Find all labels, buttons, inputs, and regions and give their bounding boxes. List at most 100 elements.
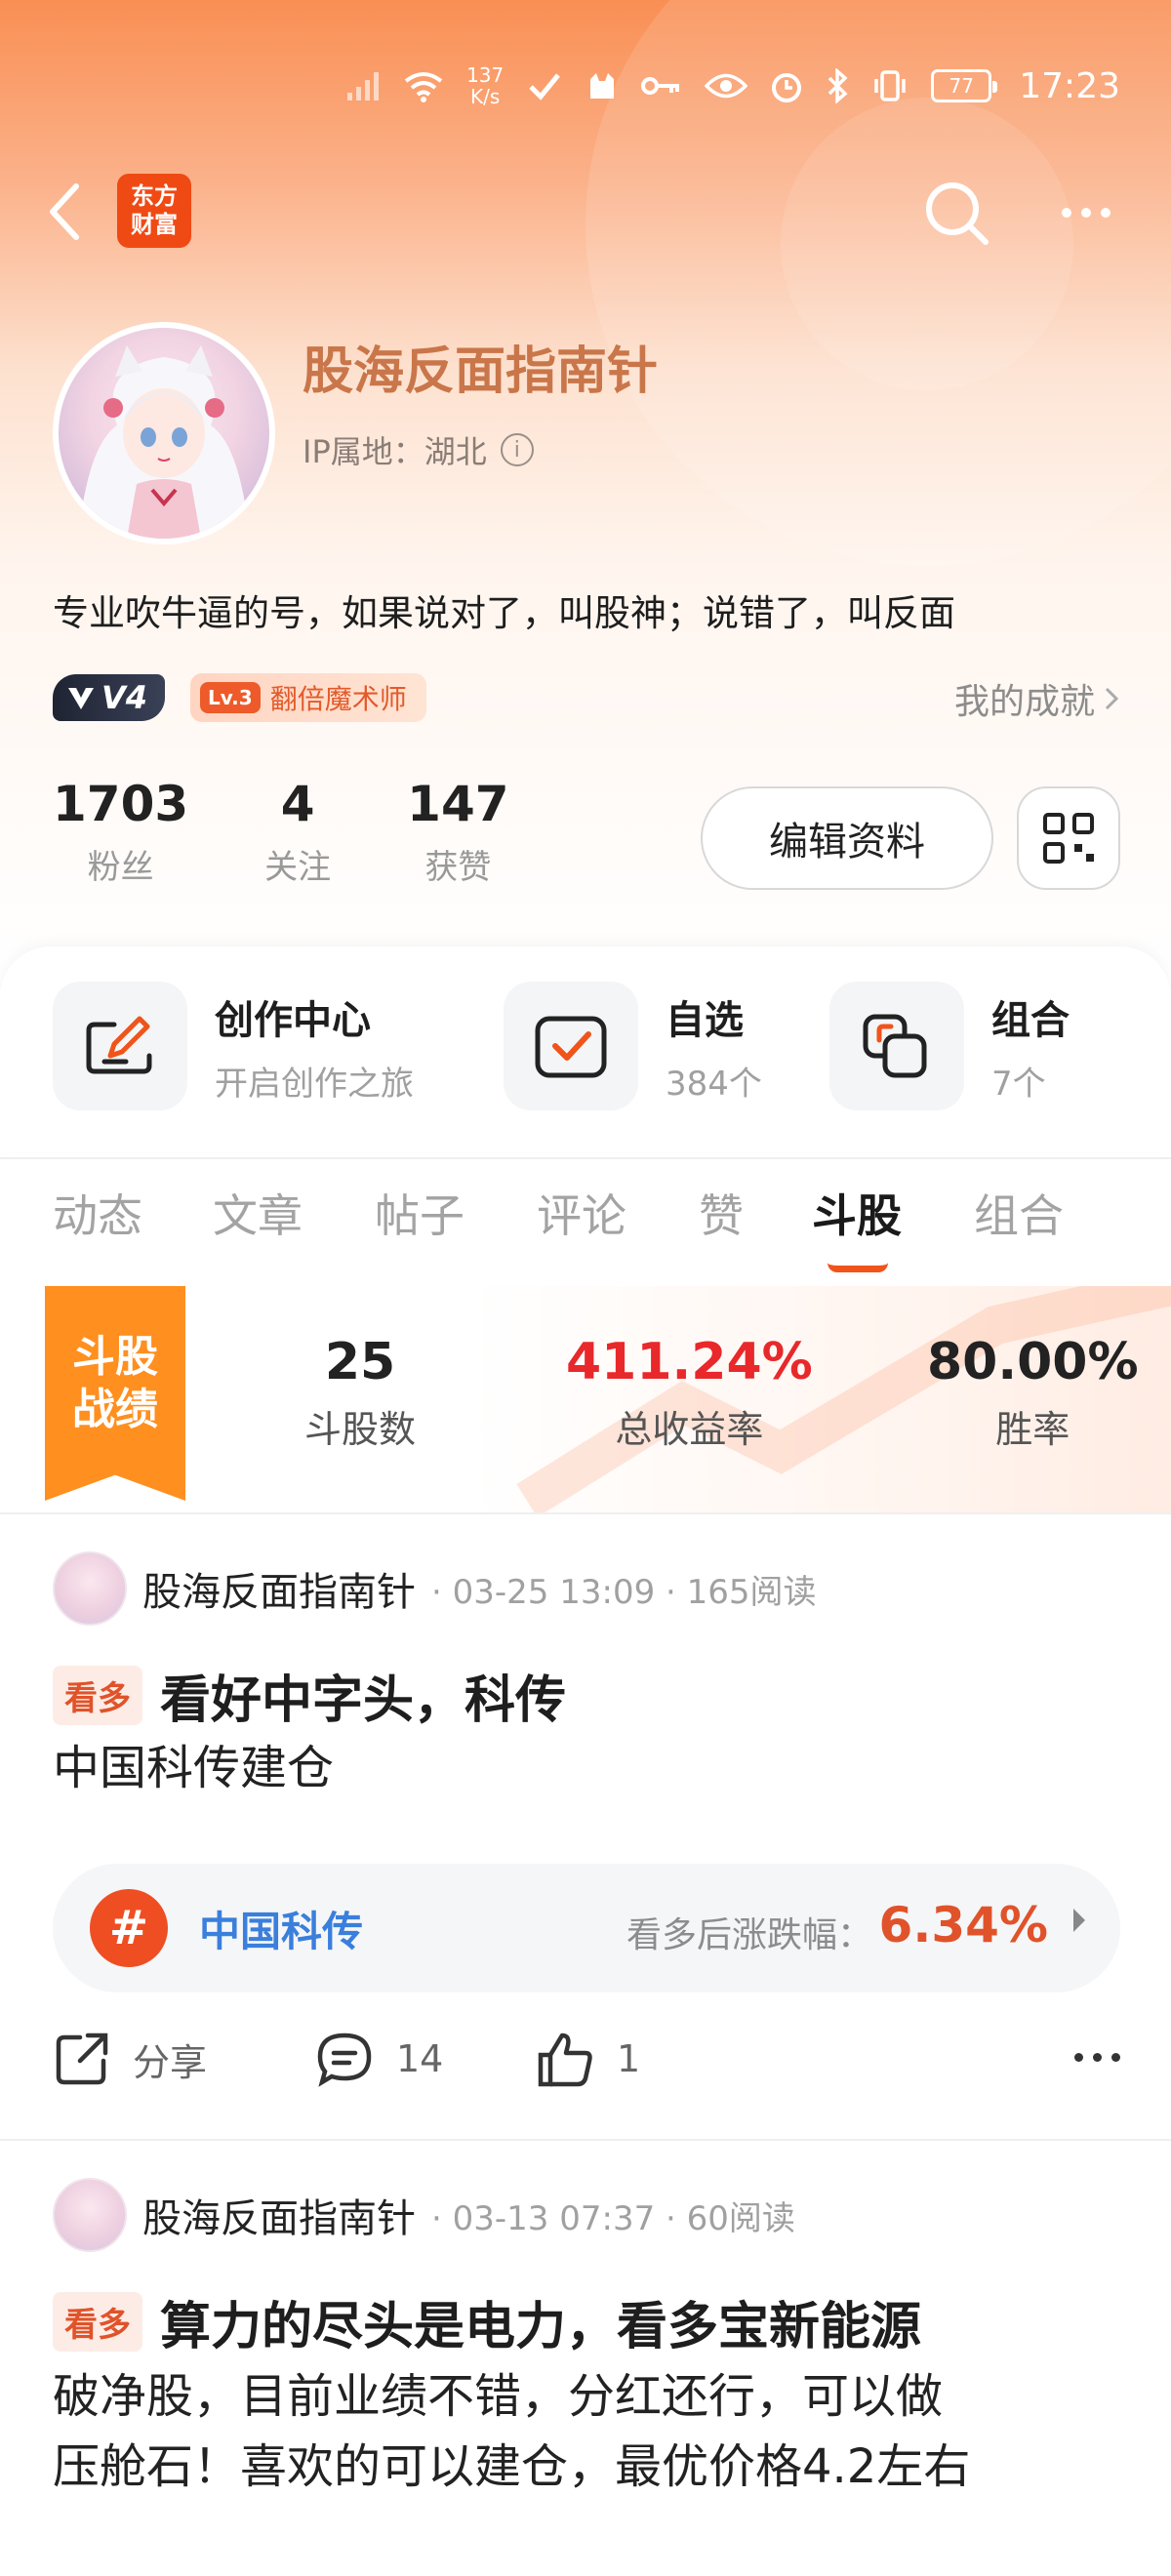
top-nav: 东方 财富 (0, 166, 1171, 254)
more-dot-icon (1111, 2053, 1120, 2062)
post-body-line: 压舱石！喜欢的可以建仓，最优价格4.2左右 (53, 2439, 971, 2494)
comment-icon (317, 2033, 372, 2087)
post-title-row: 看多 看好中字头，科传 (53, 1659, 566, 1732)
badge-row: V4 Lv.3 翻倍魔术师 (53, 673, 426, 722)
post-item[interactable]: 股海反面指南针 · 03-25 13:09 · 165阅读 看多 看好中字头，科… (0, 1551, 1171, 2127)
total-return: 411.24% 总收益率 (566, 1333, 813, 1453)
stat-value: 147 (407, 776, 509, 832)
app-notification-icon (586, 69, 619, 102)
qr-code-button[interactable] (1017, 786, 1120, 890)
post-actions: 分享 14 1 (53, 2030, 1120, 2108)
post-author[interactable]: 股海反面指南针 (142, 1560, 416, 1617)
sc-title: 组合 (991, 997, 1070, 1043)
more-dot-icon (1093, 2053, 1102, 2062)
vibrate-icon (870, 69, 909, 102)
more-options-button[interactable] (1052, 183, 1120, 242)
tab-posts[interactable]: 帖子 (375, 1181, 464, 1245)
post-author[interactable]: 股海反面指南针 (142, 2187, 416, 2243)
stat-followers[interactable]: 1703 粉丝 (53, 776, 188, 888)
tab-comments[interactable]: 评论 (537, 1181, 626, 1245)
tab-stock-battle[interactable]: 斗股 (812, 1181, 902, 1245)
post-item[interactable]: 股海反面指南针 · 03-13 07:37 · 60阅读 看多 算力的尽头是电力… (0, 2178, 1171, 2568)
tab-likes[interactable]: 赞 (699, 1181, 744, 1245)
more-dot-icon (1074, 2053, 1083, 2062)
sc-text: 组合 7个 (991, 988, 1070, 1105)
share-label: 分享 (133, 2040, 208, 2084)
sc-icon-box (504, 982, 638, 1110)
total-return-value: 411.24% (566, 1333, 813, 1391)
stock-card[interactable]: # 中国科传 看多后涨跌幅： 6.34% (53, 1864, 1120, 1992)
shortcut-panel: 创作中心 开启创作之旅 自选 384个 组合 7个 (0, 946, 1171, 1151)
bullish-tag: 看多 (53, 2292, 142, 2352)
search-button[interactable] (917, 174, 995, 252)
battle-count-label: 斗股数 (304, 1408, 417, 1451)
back-button[interactable] (47, 178, 96, 246)
pen-icon (86, 1016, 152, 1074)
post-meta: · 03-13 07:37 · 60阅读 (431, 2198, 795, 2238)
stat-likes[interactable]: 147 获赞 (407, 776, 508, 888)
app-logo: 东方 财富 (117, 174, 191, 248)
signal-icon (345, 69, 381, 102)
anime-girl-avatar-image (78, 345, 250, 539)
divider (0, 1157, 1171, 1159)
wifi-icon (402, 69, 445, 102)
more-dot-icon (1101, 208, 1110, 218)
hd-call-icon (525, 69, 564, 102)
post-meta: · 03-25 13:09 · 165阅读 (431, 1572, 817, 1612)
edit-profile-button[interactable]: 编辑资料 (701, 786, 993, 890)
content-tabs: 动态 文章 帖子 评论 赞 斗股 组合 (0, 1181, 1171, 1278)
avatar[interactable] (53, 322, 275, 544)
more-dot-icon (1062, 208, 1071, 218)
sc-icon-box (53, 982, 187, 1110)
divider (0, 2139, 1171, 2141)
share-button[interactable]: 分享 (53, 2030, 207, 2088)
stock-change-label: 看多后涨跌幅： (626, 1915, 872, 1955)
ip-location: IP属地：湖北 i (303, 427, 534, 472)
post-title: 算力的尽头是电力，看多宝新能源 (160, 2298, 922, 2356)
alarm-icon (769, 68, 804, 103)
comment-button[interactable]: 14 (314, 2030, 443, 2088)
author-avatar[interactable] (53, 1551, 127, 1626)
sc-text: 创作中心 开启创作之旅 (215, 988, 414, 1105)
author-avatar[interactable] (53, 2178, 127, 2252)
battle-count-value: 25 (324, 1333, 396, 1391)
post-title: 看好中字头，科传 (160, 1671, 567, 1730)
win-rate: 80.00% 胜率 (927, 1333, 1139, 1453)
sc-title: 自选 (666, 997, 744, 1043)
vip-level-badge[interactable]: V4 (53, 674, 166, 721)
stat-label: 粉丝 (87, 848, 154, 887)
post-body: 破净股，目前业绩不错，分红还行，可以做 压舱石！喜欢的可以建仓，最优价格4.2左… (53, 2361, 1136, 2502)
post-body: 中国科传建仓 (53, 1741, 335, 1795)
tab-portfolio[interactable]: 组合 (974, 1181, 1064, 1245)
portfolio-icon (863, 1014, 927, 1078)
stat-label: 获赞 (424, 848, 492, 887)
sc-text: 自选 384个 (666, 988, 762, 1105)
clock: 17:23 (1019, 65, 1120, 106)
key-icon (640, 71, 683, 101)
profile-bio: 专业吹牛逼的号，如果说对了，叫股神；说错了，叫反面 (53, 592, 955, 634)
like-button[interactable]: 1 (535, 2030, 640, 2088)
status-bar: 137 K/s 77 17:23 (345, 57, 1120, 115)
checkmark-icon (535, 1016, 607, 1078)
stock-change-value: 6.34% (878, 1897, 1048, 1953)
creation-center-shortcut[interactable]: 创作中心 开启创作之旅 (53, 982, 414, 1110)
sc-subtitle: 7个 (991, 1064, 1046, 1104)
post-more-button[interactable] (1074, 2053, 1120, 2062)
info-icon[interactable]: i (500, 433, 534, 466)
achievements-link[interactable]: 我的成就 (954, 673, 1120, 724)
title-badge[interactable]: Lv.3 翻倍魔术师 (190, 673, 426, 722)
tab-articles[interactable]: 文章 (213, 1181, 303, 1245)
battery-indicator: 77 (931, 69, 998, 102)
battle-count: 25 斗股数 (304, 1333, 416, 1453)
active-tab-indicator (828, 1263, 888, 1272)
win-rate-value: 80.00% (927, 1333, 1139, 1391)
chevron-right-icon (1105, 687, 1119, 710)
stat-following[interactable]: 4 关注 (264, 776, 331, 888)
stat-value: 1703 (53, 776, 189, 832)
watchlist-shortcut[interactable]: 自选 384个 (504, 982, 762, 1110)
tab-dynamics[interactable]: 动态 (53, 1181, 142, 1245)
stock-name: 中国科传 (199, 1908, 364, 1955)
portfolio-shortcut[interactable]: 组合 7个 (829, 982, 1070, 1110)
caret-right-icon (1073, 1909, 1085, 1932)
profile-stats: 1703 粉丝 4 关注 147 获赞 (53, 776, 509, 888)
